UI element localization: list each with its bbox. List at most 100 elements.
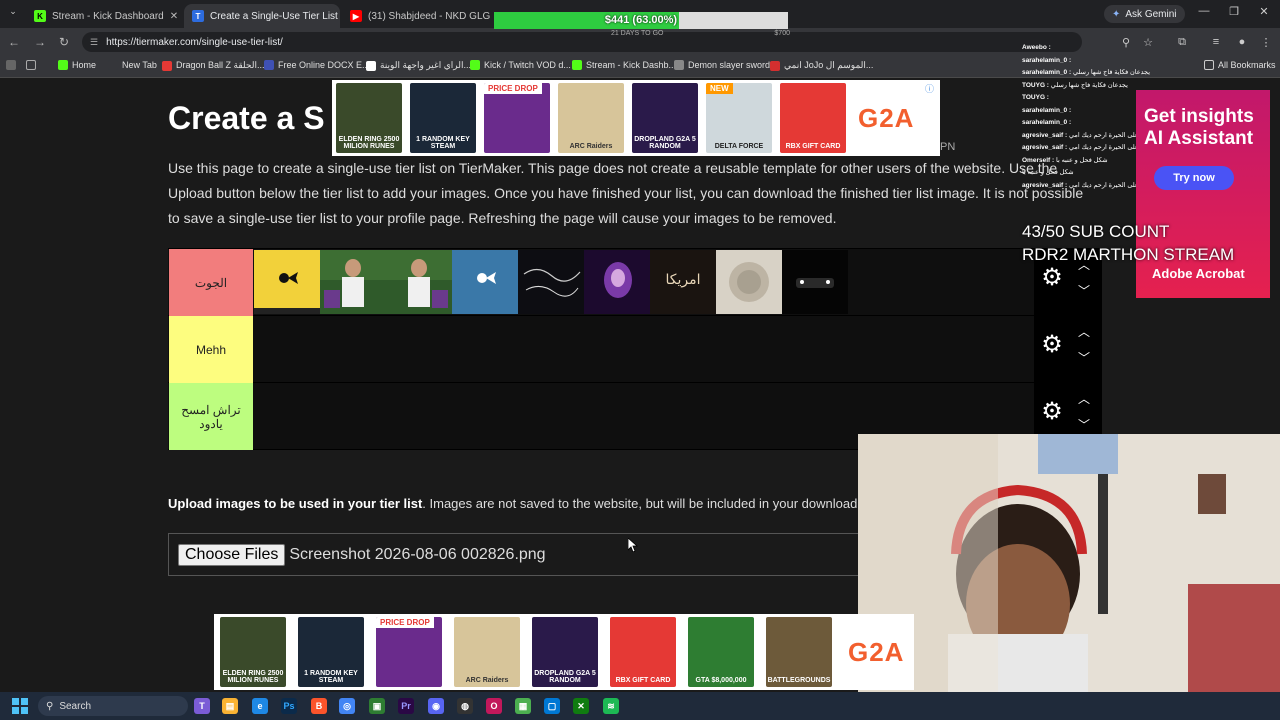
premiere-icon[interactable]: Pr [398, 698, 414, 714]
bookmark-arabic-1[interactable]: الراي اغير واجهة الوينة... [366, 60, 471, 71]
file-explorer-icon[interactable]: ▤ [222, 698, 238, 714]
sub-count-overlay: 43/50 SUB COUNT RDR2 MARTHON STREAM [1022, 222, 1235, 264]
gear-icon[interactable]: ⚙ [1040, 400, 1064, 424]
tab-kick-dashboard[interactable]: K Stream - Kick Dashboard ✕ [26, 4, 182, 28]
ad-tile[interactable]: GTA $8,000,000 [688, 617, 754, 687]
ad-banner-bottom[interactable]: ELDEN RING 2500 MILION RUNES 1 RANDOM KE… [214, 614, 914, 690]
gear-icon[interactable]: ⚙ [1040, 266, 1064, 290]
bookmark-demon-slayer[interactable]: Demon slayer sword [674, 60, 770, 70]
bookmark-docx[interactable]: Free Online DOCX E... [264, 60, 370, 70]
ad-tile[interactable]: RBX GIFT CARD [780, 83, 846, 153]
chevron-up-icon[interactable]: ︿ [1076, 323, 1092, 339]
ad-tile[interactable]: DROPLAND G2A 5 RANDOM [632, 83, 698, 153]
tier-item-arabic-title[interactable]: امريكا [650, 250, 716, 314]
maximize-icon[interactable]: ❐ [1222, 5, 1246, 18]
tier-label[interactable]: الجوت [169, 249, 253, 316]
globe-icon [674, 60, 684, 70]
tier-item-man-jungle[interactable] [320, 250, 386, 314]
bookmark-home[interactable]: Home [58, 60, 96, 70]
bookmark-dragon-ball[interactable]: Dragon Ball Z الحلقة... [162, 60, 264, 71]
reload-icon[interactable]: ↻ [56, 35, 72, 49]
chrome-icon[interactable]: ◎ [339, 698, 355, 714]
ad-tile[interactable]: ARC Raiders [558, 83, 624, 153]
choose-files-button[interactable]: Choose Files [178, 543, 286, 566]
photoshop-icon[interactable]: Ps [281, 698, 297, 714]
document-icon [264, 60, 274, 70]
back-icon[interactable]: ← [6, 35, 22, 49]
youtube-icon: ▶ [350, 10, 362, 22]
tab-groups-icon[interactable]: ≡ [1208, 36, 1224, 48]
ad-info-icon[interactable]: ⓘ [925, 82, 934, 95]
bookmark-apps-icon[interactable] [6, 60, 16, 70]
ad-tile[interactable]: BATTLEGROUNDS [766, 617, 832, 687]
ad-tile[interactable]: 1 RANDOM KEY STEAM [410, 83, 476, 153]
chevron-down-icon[interactable]: ﹀ [1076, 349, 1092, 365]
minimize-icon[interactable]: — [1192, 5, 1216, 17]
minecraft-icon[interactable]: ▦ [515, 698, 531, 714]
site-info-icon[interactable]: ☰ [90, 37, 98, 48]
chevron-down-icon[interactable]: ﹀ [1076, 282, 1092, 298]
ad-tile[interactable]: PRICE DROP [376, 617, 442, 687]
tier-item-purple-portrait[interactable] [584, 250, 650, 314]
bookmark-jojo[interactable]: انمي JoJo الموسم ال... [770, 60, 873, 71]
search-icon: ⚲ [46, 700, 54, 712]
windows-start-icon[interactable] [12, 698, 28, 714]
selected-file-name: Screenshot 2026-08-06 002826.png [289, 545, 546, 563]
spotify-icon[interactable]: ≋ [603, 698, 619, 714]
bookmark-new-tab[interactable]: New Tab [108, 60, 157, 70]
url-text: https://tiermaker.com/single-use-tier-li… [106, 36, 283, 48]
page-description: Use this page to create a single-use tie… [168, 160, 1084, 226]
tier-item-dark-calligraphy[interactable] [518, 250, 584, 314]
side-ad-acrobat[interactable]: Get insights AI Assistant Try now Adobe A… [1136, 90, 1270, 298]
donation-goal-sub: 21 DAYS TO GO $700 [610, 30, 790, 37]
ad-tile[interactable]: 1 RANDOM KEY STEAM [298, 617, 364, 687]
brave-icon[interactable]: B [311, 698, 327, 714]
tier-item-white-relief[interactable] [716, 250, 782, 314]
google-icon [366, 60, 376, 71]
edge-icon[interactable]: e [252, 698, 268, 714]
file-upload[interactable]: Choose Files Screenshot 2026-08-06 00282… [168, 533, 968, 576]
try-now-button[interactable]: Try now [1154, 166, 1234, 190]
obs-icon[interactable]: ◍ [457, 698, 473, 714]
all-bookmarks[interactable]: All Bookmarks [1204, 60, 1276, 70]
forward-icon[interactable]: → [32, 35, 48, 49]
menu-icon[interactable]: ⋮ [1258, 36, 1274, 49]
tier-item-yellow-logo[interactable] [254, 250, 320, 314]
tier-item-blue-logo[interactable] [452, 250, 518, 314]
ad-tile[interactable]: ARC Raiders [454, 617, 520, 687]
chevron-down-icon[interactable]: ﹀ [1076, 416, 1092, 432]
ad-tile[interactable]: ELDEN RING 2500 MILION RUNES [220, 617, 286, 687]
tier-label[interactable]: Mehh [169, 316, 253, 383]
ad-banner-top[interactable]: ELDEN RING 2500 MILION RUNES 1 RANDOM KE… [332, 80, 940, 156]
tier-items: امريكا [254, 250, 848, 314]
app-icon[interactable]: ▣ [369, 698, 385, 714]
bookmark-kick-dashboard[interactable]: Stream - Kick Dashb... [572, 60, 676, 70]
tier-label[interactable]: تراش امسح يادود [169, 383, 253, 450]
ad-tile[interactable]: NEW DELTA FORCE [706, 83, 772, 153]
ask-gemini-button[interactable]: ✦ Ask Gemini [1104, 5, 1185, 23]
discord-icon[interactable]: ◉ [428, 698, 444, 714]
webcam-feed [858, 434, 1280, 692]
ad-tile[interactable]: RBX GIFT CARD [610, 617, 676, 687]
ad-tile[interactable]: ELDEN RING 2500 MILION RUNES [336, 83, 402, 153]
teams-icon[interactable]: T [194, 698, 210, 714]
chevron-up-icon[interactable]: ︿ [1076, 390, 1092, 406]
tab-tiermaker[interactable]: T Create a Single-Use Tier List (Pr ✕ [184, 4, 340, 28]
bookmark-grid-icon[interactable] [26, 60, 36, 70]
folder-icon [1204, 60, 1214, 70]
taskbar-search[interactable]: ⚲ Search [38, 696, 188, 716]
profile-avatar-icon[interactable]: ● [1234, 36, 1250, 48]
close-tab-icon[interactable]: ✕ [170, 11, 178, 22]
xbox-icon[interactable]: ✕ [573, 698, 589, 714]
tab-youtube[interactable]: ▶ (31) Shabjdeed - NKD GLG (Pr ✕ [342, 4, 492, 28]
app-window-icon[interactable]: ▢ [544, 698, 560, 714]
gear-icon[interactable]: ⚙ [1040, 333, 1064, 357]
opera-icon[interactable]: O [486, 698, 502, 714]
tier-item-man-jungle-2[interactable] [386, 250, 452, 314]
tab-search-icon[interactable]: ⌄ [6, 6, 20, 20]
ad-tile[interactable]: DROPLAND G2A 5 RANDOM [532, 617, 598, 687]
tier-item-dark-car[interactable] [782, 250, 848, 314]
close-window-icon[interactable]: ✕ [1252, 5, 1276, 18]
bookmark-kick-vod[interactable]: Kick / Twitch VOD d... [470, 60, 571, 70]
ad-tile[interactable]: PRICE DROP [484, 83, 550, 153]
